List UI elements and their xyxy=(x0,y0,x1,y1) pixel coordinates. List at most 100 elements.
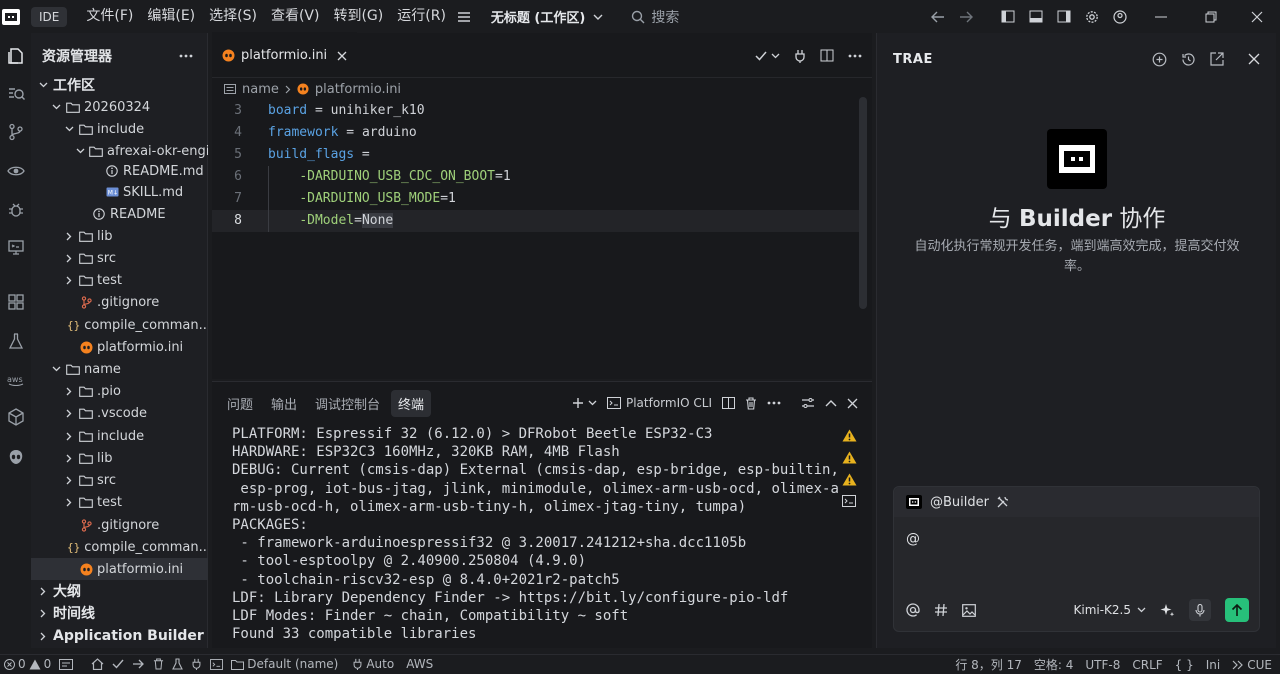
build-check-icon[interactable] xyxy=(112,659,124,669)
warning-icon[interactable] xyxy=(842,473,857,486)
test-flask-icon[interactable] xyxy=(172,658,184,670)
split-editor-icon[interactable] xyxy=(820,49,834,62)
menu-goto[interactable]: 转到(G) xyxy=(326,0,390,33)
environment-selector[interactable]: Default (name) xyxy=(231,657,338,671)
section-23[interactable]: 大纲 xyxy=(31,580,208,602)
menu-edit[interactable]: 编辑(E) xyxy=(140,0,202,33)
tools-icon[interactable] xyxy=(997,496,1009,508)
aws-status[interactable]: AWS xyxy=(406,657,433,671)
tab-platformio-ini[interactable]: platformio.ini xyxy=(212,32,358,77)
cue-status[interactable]: CUE xyxy=(1232,658,1272,672)
menu-file[interactable]: 文件(F) xyxy=(79,0,140,33)
terminal-selector[interactable]: PlatformIO CLI xyxy=(606,396,712,410)
radio-tower-icon[interactable] xyxy=(59,658,74,670)
folder-item[interactable]: test xyxy=(31,269,208,291)
code-line[interactable]: 3 board = unihiker_k10 xyxy=(212,100,867,122)
folder-item[interactable]: .vscode xyxy=(31,402,208,424)
minimize-icon[interactable] xyxy=(1134,0,1188,33)
editor-more-icon[interactable] xyxy=(848,54,862,58)
remote-monitor-icon[interactable] xyxy=(0,233,31,261)
mention-at-icon[interactable] xyxy=(906,603,920,617)
testing-flask-icon[interactable] xyxy=(0,327,31,355)
source-control-icon[interactable] xyxy=(0,118,31,146)
panel-more-icon[interactable] xyxy=(767,401,781,405)
tab-problems[interactable]: 问题 xyxy=(220,390,260,417)
cursor-position[interactable]: 行 8，列 17 xyxy=(955,656,1022,673)
more-menu-icon[interactable] xyxy=(457,11,471,23)
code-line[interactable]: 8 -DModel=None xyxy=(212,210,867,232)
eol-status[interactable]: CRLF xyxy=(1132,658,1162,672)
folder-item[interactable]: src xyxy=(31,469,208,491)
pio-terminal-icon[interactable] xyxy=(210,658,224,670)
agent-label[interactable]: @Builder xyxy=(930,495,989,510)
back-arrow-icon[interactable] xyxy=(924,0,952,33)
extensions-grid-icon[interactable] xyxy=(0,288,31,316)
package-cube-icon[interactable] xyxy=(0,403,31,431)
chat-input[interactable]: @ xyxy=(906,531,920,547)
auto-status[interactable]: Auto xyxy=(352,657,394,671)
aws-icon[interactable]: aws xyxy=(0,366,31,394)
folder-item[interactable]: test xyxy=(31,491,208,513)
explorer-files-icon[interactable] xyxy=(0,42,31,70)
close-tab-icon[interactable] xyxy=(337,51,347,61)
folder-item[interactable]: afrexai-okr-engi... xyxy=(31,140,208,162)
problems-status[interactable]: 0 0 xyxy=(4,657,51,671)
toggle-panel-icon[interactable] xyxy=(1022,0,1050,33)
close-ai-panel-icon[interactable] xyxy=(1248,53,1260,65)
check-action[interactable] xyxy=(755,51,780,61)
tab-terminal[interactable]: 终端 xyxy=(391,389,432,417)
ide-mode-badge[interactable]: IDE xyxy=(31,6,68,27)
breadcrumb-folder[interactable]: name xyxy=(242,82,279,97)
file-item[interactable]: platformio.ini xyxy=(31,336,208,358)
search-box[interactable]: 搜索 xyxy=(631,7,679,27)
plug-icon[interactable] xyxy=(794,49,806,63)
toggle-sidebar-icon[interactable] xyxy=(994,0,1022,33)
new-chat-icon[interactable] xyxy=(1152,52,1167,67)
terminal-instance-icon[interactable] xyxy=(842,495,856,507)
folder-item[interactable]: .pio xyxy=(31,380,208,402)
more-actions-icon[interactable] xyxy=(179,54,193,58)
editor-scrollbar[interactable] xyxy=(859,97,867,309)
workspace-title[interactable]: 无标题 (工作区) xyxy=(491,7,603,26)
encoding-status[interactable]: UTF-8 xyxy=(1085,658,1120,672)
settings-gear-icon[interactable] xyxy=(1078,0,1106,33)
file-item[interactable]: .gitignore xyxy=(31,291,208,313)
menu-run[interactable]: 运行(R) xyxy=(390,0,453,33)
image-icon[interactable] xyxy=(962,603,976,617)
folder-item[interactable]: lib xyxy=(31,447,208,469)
open-external-icon[interactable] xyxy=(1210,52,1224,66)
breadcrumb-file[interactable]: platformio.ini xyxy=(315,82,401,97)
terminal-output[interactable]: PLATFORM: Espressif 32 (6.12.0) > DFRobo… xyxy=(232,425,839,643)
upload-arrow-icon[interactable] xyxy=(132,659,145,669)
folder-item[interactable]: 20260324 xyxy=(31,96,208,118)
trash-icon[interactable] xyxy=(745,396,757,410)
folder-item[interactable]: include xyxy=(31,425,208,447)
indentation-status[interactable]: 空格: 4 xyxy=(1034,656,1074,673)
model-selector[interactable]: Kimi-K2.5 xyxy=(1073,603,1146,617)
file-item[interactable]: README xyxy=(31,203,208,225)
panel-layout-icon[interactable] xyxy=(801,397,815,409)
voice-input-button[interactable] xyxy=(1189,599,1211,621)
split-terminal-icon[interactable] xyxy=(722,397,735,409)
file-item[interactable]: .gitignore xyxy=(31,514,208,536)
menu-select[interactable]: 选择(S) xyxy=(202,0,264,33)
forward-arrow-icon[interactable] xyxy=(952,0,980,33)
section-25[interactable]: Application Builder xyxy=(31,625,208,647)
file-item[interactable]: {} compile_comman... xyxy=(31,536,208,558)
serial-plug-icon[interactable] xyxy=(191,658,202,670)
toggle-aux-bar-icon[interactable] xyxy=(1050,0,1078,33)
sparkle-icon[interactable] xyxy=(1160,603,1175,618)
folder-item[interactable]: src xyxy=(31,247,208,269)
warning-icon[interactable] xyxy=(842,451,857,464)
platformio-alien-icon[interactable] xyxy=(0,443,31,471)
code-line[interactable]: 5 build_flags = xyxy=(212,144,867,166)
language-json-status[interactable]: { } xyxy=(1175,658,1194,672)
file-item[interactable]: M↓ SKILL.md xyxy=(31,181,208,203)
account-icon[interactable] xyxy=(1106,0,1134,33)
code-line[interactable]: 4 framework = arduino xyxy=(212,122,867,144)
file-item[interactable]: README.md xyxy=(31,160,208,182)
folder-item[interactable]: lib xyxy=(31,225,208,247)
clean-trash-icon[interactable] xyxy=(153,658,164,670)
section-0[interactable]: 工作区 xyxy=(31,74,208,96)
language-mode[interactable]: Ini xyxy=(1206,658,1220,672)
